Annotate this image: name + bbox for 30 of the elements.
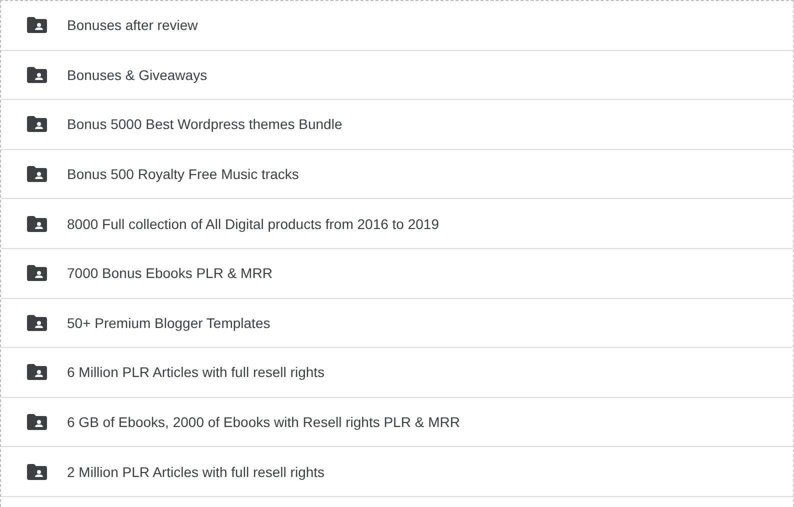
shared-folder-icon [27, 116, 47, 132]
folder-row[interactable]: 50+ Premium Blogger Templates [1, 298, 793, 348]
folder-row[interactable]: Bonus 5000 Best Wordpress themes Bundle [1, 100, 793, 150]
folder-name: Bonuses after review [67, 17, 198, 34]
shared-folder-icon [27, 17, 47, 34]
shared-folder-icon [27, 364, 47, 380]
folder-name: 2 Million PLR Articles with full resell rights [67, 464, 325, 480]
folder-name: 6 GB of Ebooks, 2000 of Ebooks with Resell rights PLR & MRR [67, 414, 460, 430]
folder-row[interactable]: 6 Million PLR Articles with full resell rights [1, 348, 793, 398]
shared-folder-icon [27, 66, 47, 83]
folder-name: 7000 Bonus Ebooks PLR & MRR [67, 265, 272, 282]
shared-folder-icon [27, 265, 47, 282]
folder-row[interactable]: Bonuses & Giveaways [1, 50, 793, 100]
folder-row[interactable]: 8000 Full collection of All Digital products from 2016 to 2019 [1, 199, 793, 249]
folder-name: 8000 Full collection of All Digital products from 2016 to 2019 [67, 216, 439, 232]
folder-row[interactable]: 2 Million PLR Articles with full resell rights [1, 447, 793, 497]
shared-folder-icon [27, 314, 47, 331]
folder-row[interactable]: Bonuses after review [1, 1, 793, 51]
shared-folder-icon [27, 464, 47, 480]
folder-name: Bonuses & Giveaways [67, 66, 208, 83]
folder-row[interactable]: 7000 Bonus Ebooks PLR & MRR [1, 248, 793, 299]
folder-name: 50+ Premium Blogger Templates [67, 314, 270, 331]
folder-name: 6 Million PLR Articles with full resell rights [67, 364, 325, 380]
folder-name: Bonus 500 Royalty Free Music tracks [67, 166, 299, 182]
folder-name: Bonus 5000 Best Wordpress themes Bundle [67, 116, 342, 132]
folder-row[interactable]: 6 GB of Ebooks, 2000 of Ebooks with Resell rights PLR & MRR [1, 398, 793, 448]
shared-folder-icon [27, 216, 47, 232]
folder-row[interactable]: Bonus 500 Royalty Free Music tracks [1, 150, 793, 200]
shared-folder-icon [27, 166, 47, 182]
shared-folder-icon [27, 414, 47, 430]
